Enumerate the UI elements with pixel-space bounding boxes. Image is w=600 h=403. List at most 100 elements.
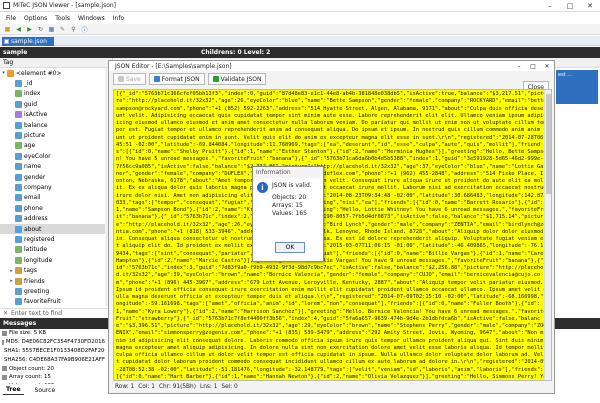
tree-node[interactable]: greeting: [0, 286, 112, 296]
tree-node[interactable]: age: [0, 141, 112, 151]
message-text: Object count: 20: [9, 365, 54, 372]
ok-button[interactable]: OK: [275, 242, 305, 253]
open-folder-icon[interactable]: ■: [3, 25, 12, 34]
tree-node[interactable]: registered: [0, 234, 112, 244]
validate-json-label: Validate JSON: [220, 75, 262, 83]
status-selection: Sel: 0: [221, 384, 238, 390]
expand-icon[interactable]: ▸: [8, 268, 15, 274]
validate-icon: [212, 76, 219, 82]
menu-tools[interactable]: Tools: [51, 15, 74, 22]
tree-node-label: greeting: [24, 287, 50, 295]
tree-node-label: balance: [24, 121, 48, 129]
format-json-button[interactable]: Format JSON: [148, 73, 205, 85]
tree-node[interactable]: eyeColor: [0, 151, 112, 161]
string-icon: [15, 215, 22, 223]
refresh-icon[interactable]: ↻: [36, 25, 45, 34]
close-icon[interactable]: ✕: [580, 0, 600, 12]
tree-node[interactable]: _id: [0, 78, 112, 88]
tab-sample-json[interactable]: sample.json: [2, 37, 54, 46]
tree-node[interactable]: address: [0, 213, 112, 223]
menu-options[interactable]: Options: [20, 15, 51, 22]
tab-source[interactable]: Source: [32, 386, 59, 395]
tree-node[interactable]: isActive: [0, 110, 112, 120]
search-icon[interactable]: ⚲: [69, 25, 78, 34]
tree-node[interactable]: about: [0, 223, 112, 235]
format-icon: [153, 76, 160, 82]
tree-node[interactable]: favoriteFruit: [0, 297, 112, 307]
tree-node[interactable]: longitude: [0, 255, 112, 265]
string-icon: [15, 225, 22, 233]
editor-maximize-icon[interactable]: □: [526, 63, 540, 70]
message-text: Array count: 15: [9, 374, 51, 381]
editor-status-bar: Row: 1 Col: 1 Chr: 91(5Bh) Lns: 1 Sel: 0: [113, 382, 552, 392]
tree-node[interactable]: ▸ friends: [0, 276, 112, 286]
tree-filter[interactable]: ✕ Enter text to find: [0, 308, 113, 318]
editor-toolbar: Save Format JSON Validate JSON: [109, 71, 554, 87]
string-icon: [15, 121, 22, 129]
validate-json-button[interactable]: Validate JSON: [207, 73, 267, 85]
menu-info[interactable]: Info: [109, 15, 128, 22]
tree-node[interactable]: phone: [0, 203, 112, 213]
save-button[interactable]: Save: [113, 73, 146, 85]
save-icon: [118, 76, 124, 82]
tree-node[interactable]: ▸ tags: [0, 265, 112, 275]
editor-scrollbar[interactable]: [544, 90, 551, 380]
boolean-icon: [15, 111, 22, 119]
tree-node[interactable]: index: [0, 89, 112, 99]
tree-node-label: phone: [24, 204, 43, 212]
tree-node[interactable]: latitude: [0, 245, 112, 255]
information-icon: i: [257, 182, 268, 193]
tree-node[interactable]: picture: [0, 130, 112, 140]
number-icon: [15, 246, 22, 254]
maximize-icon[interactable]: □: [560, 0, 580, 12]
json-text-editor[interactable]: [{"_id":"5763b71c366cfef05bb13f3","index…: [113, 89, 552, 381]
tree-node[interactable]: email: [0, 193, 112, 203]
bottom-tabs: Tree Source: [0, 384, 120, 396]
tab-tree[interactable]: Tree: [3, 385, 24, 395]
window-title: MiTeC JSON Viewer - [sample.json]: [13, 2, 117, 9]
tree-node[interactable]: balance: [0, 120, 112, 130]
tree-node-label: name: [24, 163, 42, 171]
tree-node[interactable]: company: [0, 182, 112, 192]
collapse-icon[interactable]: ▾: [0, 70, 7, 76]
forward-icon[interactable]: ▶: [25, 25, 34, 34]
menu-file[interactable]: File: [2, 15, 20, 22]
number-icon: [15, 256, 22, 264]
tree-node[interactable]: gender: [0, 172, 112, 182]
tree-column-header[interactable]: Tag: [0, 58, 112, 68]
back-icon[interactable]: ◀: [14, 25, 23, 34]
tree-node-label: latitude: [24, 246, 48, 254]
expand-icon[interactable]: ▸: [8, 278, 15, 284]
tree-root-node[interactable]: ▾ <element #0>: [0, 68, 112, 78]
editor-title-bar: JSON Editor - [E:\Samples\sample.json] –…: [109, 61, 554, 71]
tree-panel-title: sample: [3, 49, 28, 56]
tree-node-label: age: [24, 142, 36, 150]
info-icon[interactable]: ⓘ: [80, 25, 89, 34]
toolbar: ■ ◀ ▶ ↻ ▦ ✎ ⚲ ⓘ: [0, 24, 600, 35]
valid-message: JSON is valid.: [272, 182, 312, 189]
string-icon: [15, 287, 22, 295]
tree-node[interactable]: name: [0, 162, 112, 172]
json-source-text[interactable]: [{"_id":"5763b71c366cfef05bb13f3","index…: [114, 90, 551, 380]
status-col: Col: 1: [138, 384, 155, 390]
number-icon: [15, 90, 22, 98]
minimize-icon[interactable]: –: [540, 0, 560, 12]
tree-node[interactable]: guid: [0, 99, 112, 109]
string-icon: [15, 152, 22, 160]
editor-close-icon[interactable]: ✕: [540, 63, 554, 70]
dialog-title: Information: [253, 167, 323, 178]
message-text: File size: 5 KB: [9, 330, 47, 337]
filter-input[interactable]: Enter text to find: [11, 310, 62, 317]
save-label: Save: [126, 75, 141, 83]
string-icon: [15, 235, 22, 243]
edit-icon[interactable]: ✎: [58, 25, 67, 34]
messages-list: File size: 5 KB MD5: D4E06C82FC354F4730FD…: [0, 329, 105, 384]
editor-scroll-thumb[interactable]: [546, 94, 551, 194]
save-icon[interactable]: ▦: [47, 25, 56, 34]
clear-filter-icon[interactable]: ✕: [3, 310, 8, 317]
message-text: SHA1: 5557BECE1F0133408D2FAF206: [4, 347, 105, 354]
tree-node-label: <element #0>: [16, 69, 62, 77]
menu-windows[interactable]: Windows: [74, 15, 109, 22]
message-icon: [2, 330, 7, 336]
editor-minimize-icon[interactable]: –: [512, 63, 526, 70]
